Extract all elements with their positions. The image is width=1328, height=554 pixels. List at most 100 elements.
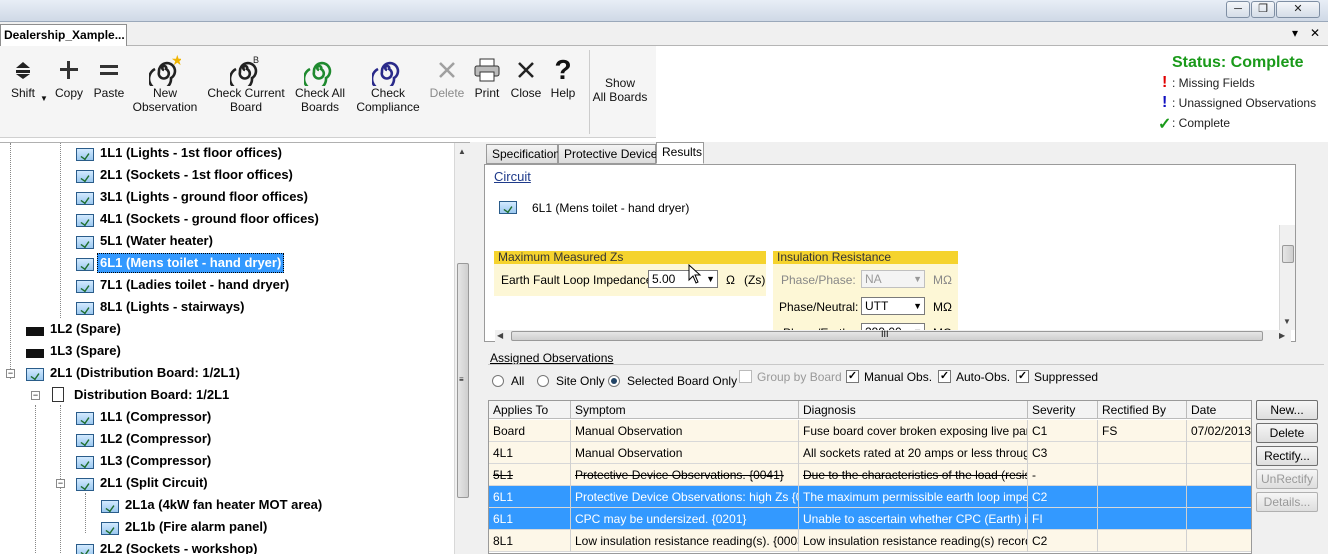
table-row-selected[interactable]: 6L1 Protective Device Observations: high…	[489, 486, 1251, 508]
legend-missing: ! : Missing Fields	[1162, 74, 1255, 91]
printer-icon	[474, 58, 500, 82]
collapse-icon[interactable]: −	[6, 369, 15, 378]
tree-item[interactable]: Distribution Board: 1/2L1	[72, 386, 231, 404]
tree-item[interactable]: 1L2 (Spare)	[48, 320, 123, 338]
tree-item[interactable]: 2L1 (Split Circuit)	[98, 474, 210, 492]
circuit-icon	[76, 258, 94, 271]
scroll-down-icon[interactable]: ▼	[1283, 317, 1291, 326]
copy-button[interactable]: Copy	[52, 54, 86, 100]
table-row[interactable]: 4L1 Manual Observation All sockets rated…	[489, 442, 1251, 464]
collapse-icon[interactable]: −	[31, 391, 40, 400]
tree-item[interactable]: 2L2 (Sockets - workshop)	[98, 540, 259, 554]
tree-item[interactable]: 8L1 (Lights - stairways)	[98, 298, 246, 316]
collapse-icon[interactable]: −	[56, 479, 65, 488]
close-document-icon[interactable]: ✕	[1310, 26, 1320, 40]
cell-symptom: Protective Device Observations. {0041}	[571, 464, 799, 486]
check-all-boards-button[interactable]: Check All Boards	[292, 54, 348, 114]
cell-diagnosis: The maximum permissible earth loop imped…	[799, 486, 1028, 508]
tab-results[interactable]: Results	[656, 142, 704, 164]
tree-item[interactable]: 4L1 (Sockets - ground floor offices)	[98, 210, 321, 228]
cell-diagnosis: All sockets rated at 20 amps or less thr…	[799, 442, 1028, 464]
auto-obs-checkbox[interactable]: ✓	[938, 370, 951, 383]
tree-item[interactable]: 7L1 (Ladies toilet - hand dryer)	[98, 276, 291, 294]
check-current-board-button[interactable]: B Check Current Board	[204, 54, 288, 114]
scroll-up-icon[interactable]: ▲	[458, 147, 466, 156]
tree-item-selected[interactable]: 6L1 (Mens toilet - hand dryer)	[97, 253, 285, 273]
tab-protective-device[interactable]: Protective Device	[558, 144, 657, 164]
column-header[interactable]: Date	[1187, 401, 1251, 419]
table-row-selected[interactable]: 6L1 CPC may be undersized. {0201} Unable…	[489, 508, 1251, 530]
group-by-board-checkbox[interactable]	[739, 370, 752, 383]
column-header[interactable]: Rectified By	[1098, 401, 1187, 419]
tree-item[interactable]: 2L1b (Fire alarm panel)	[123, 518, 269, 536]
tree-item[interactable]: 1L1 (Lights - 1st floor offices)	[98, 144, 284, 162]
show-all-label-2: All Boards	[592, 90, 648, 104]
new-observation-button[interactable]: ★ New Observation	[131, 54, 199, 114]
restore-button[interactable]: ❐	[1251, 1, 1275, 18]
cell-applies: 6L1	[489, 508, 571, 530]
cell-date	[1187, 508, 1251, 530]
delete-observation-button[interactable]: Delete	[1256, 423, 1318, 443]
column-header[interactable]: Diagnosis	[799, 401, 1028, 419]
column-header[interactable]: Severity	[1028, 401, 1098, 419]
results-vscroll[interactable]: ▼	[1279, 225, 1295, 330]
table-row[interactable]: Board Manual Observation Fuse board cove…	[489, 420, 1251, 442]
tab-specification[interactable]: Specification	[486, 144, 560, 164]
tree-item[interactable]: 1L2 (Compressor)	[98, 430, 213, 448]
cell-diagnosis: Unable to ascertain whether CPC (Earth) …	[799, 508, 1028, 530]
zs-section-header: Maximum Measured Zs	[494, 251, 766, 264]
table-row[interactable]: 8L1 Low insulation resistance reading(s)…	[489, 530, 1251, 552]
delete-button[interactable]: Delete	[428, 54, 466, 100]
tree-item[interactable]: 1L1 (Compressor)	[98, 408, 213, 426]
tree-item[interactable]: 2L1 (Sockets - 1st floor offices)	[98, 166, 295, 184]
help-button[interactable]: ? Help	[546, 54, 580, 101]
table-row[interactable]: 5L1 Protective Device Observations. {004…	[489, 464, 1251, 486]
tree-item[interactable]: 5L1 (Water heater)	[98, 232, 215, 250]
observations-panel: Assigned Observations All Site Only Sele…	[484, 348, 1326, 554]
print-button[interactable]: Print	[470, 54, 504, 100]
rectify-button[interactable]: Rectify...	[1256, 446, 1318, 466]
column-header[interactable]: Symptom	[571, 401, 799, 419]
results-scroll-thumb[interactable]	[1282, 245, 1294, 263]
shift-icon	[16, 62, 30, 79]
details-button[interactable]: Details...	[1256, 492, 1318, 512]
minimize-button[interactable]: ─	[1226, 1, 1250, 18]
new-observation-side-button[interactable]: New...	[1256, 400, 1318, 420]
close-button[interactable]: Close	[508, 54, 544, 100]
tree-item[interactable]: 2L1 (Distribution Board: 1/2L1)	[48, 364, 242, 382]
close-window-button[interactable]: ✕	[1276, 1, 1320, 18]
cell-symptom: Low insulation resistance reading(s). {0…	[571, 530, 799, 552]
document-tab[interactable]: Dealership_Xample...	[0, 24, 127, 46]
phase-phase-combo[interactable]: NA ▼	[861, 270, 925, 288]
efli-combo[interactable]: 5.00 ▼	[648, 270, 718, 288]
tree-item[interactable]: 1L3 (Spare)	[48, 342, 123, 360]
tree-item[interactable]: 1L3 (Compressor)	[98, 452, 213, 470]
radio-all[interactable]	[492, 375, 504, 387]
unrectify-button[interactable]: UnRectify	[1256, 469, 1318, 489]
radio-selected-board[interactable]	[608, 375, 620, 387]
cell-severity: C1	[1028, 420, 1098, 442]
compliance-icon	[372, 61, 400, 86]
check-compliance-button[interactable]: Check Compliance	[354, 54, 422, 114]
tab-list-dropdown-icon[interactable]: ▾	[1292, 26, 1298, 40]
show-all-boards-button[interactable]: Show All Boards	[590, 76, 650, 104]
phase-neutral-combo[interactable]: UTT ▼	[861, 297, 925, 315]
column-header[interactable]: Applies To	[489, 401, 571, 419]
suppressed-checkbox[interactable]: ✓	[1016, 370, 1029, 383]
shift-button[interactable]: Shift ▼	[6, 54, 48, 103]
cell-rectified	[1098, 464, 1187, 486]
tree-scrollbar[interactable]: ▲ ≡	[454, 143, 470, 554]
check-current-label-1: Check Current	[207, 86, 285, 100]
circuit-icon	[499, 201, 517, 214]
tree-item[interactable]: 3L1 (Lights - ground floor offices)	[98, 188, 310, 206]
paste-button[interactable]: Paste	[91, 54, 127, 100]
cell-severity: C3	[1028, 442, 1098, 464]
results-hscroll[interactable]: ◀ III ▶	[495, 329, 1291, 342]
radio-site-only[interactable]	[537, 375, 549, 387]
scroll-left-icon[interactable]: ◀	[497, 331, 503, 340]
scroll-right-icon[interactable]: ▶	[1279, 331, 1285, 340]
circuit-icon	[101, 500, 119, 513]
manual-obs-checkbox[interactable]: ✓	[846, 370, 859, 383]
tree-item[interactable]: 2L1a (4kW fan heater MOT area)	[123, 496, 324, 514]
pane-splitter[interactable]	[470, 142, 482, 554]
